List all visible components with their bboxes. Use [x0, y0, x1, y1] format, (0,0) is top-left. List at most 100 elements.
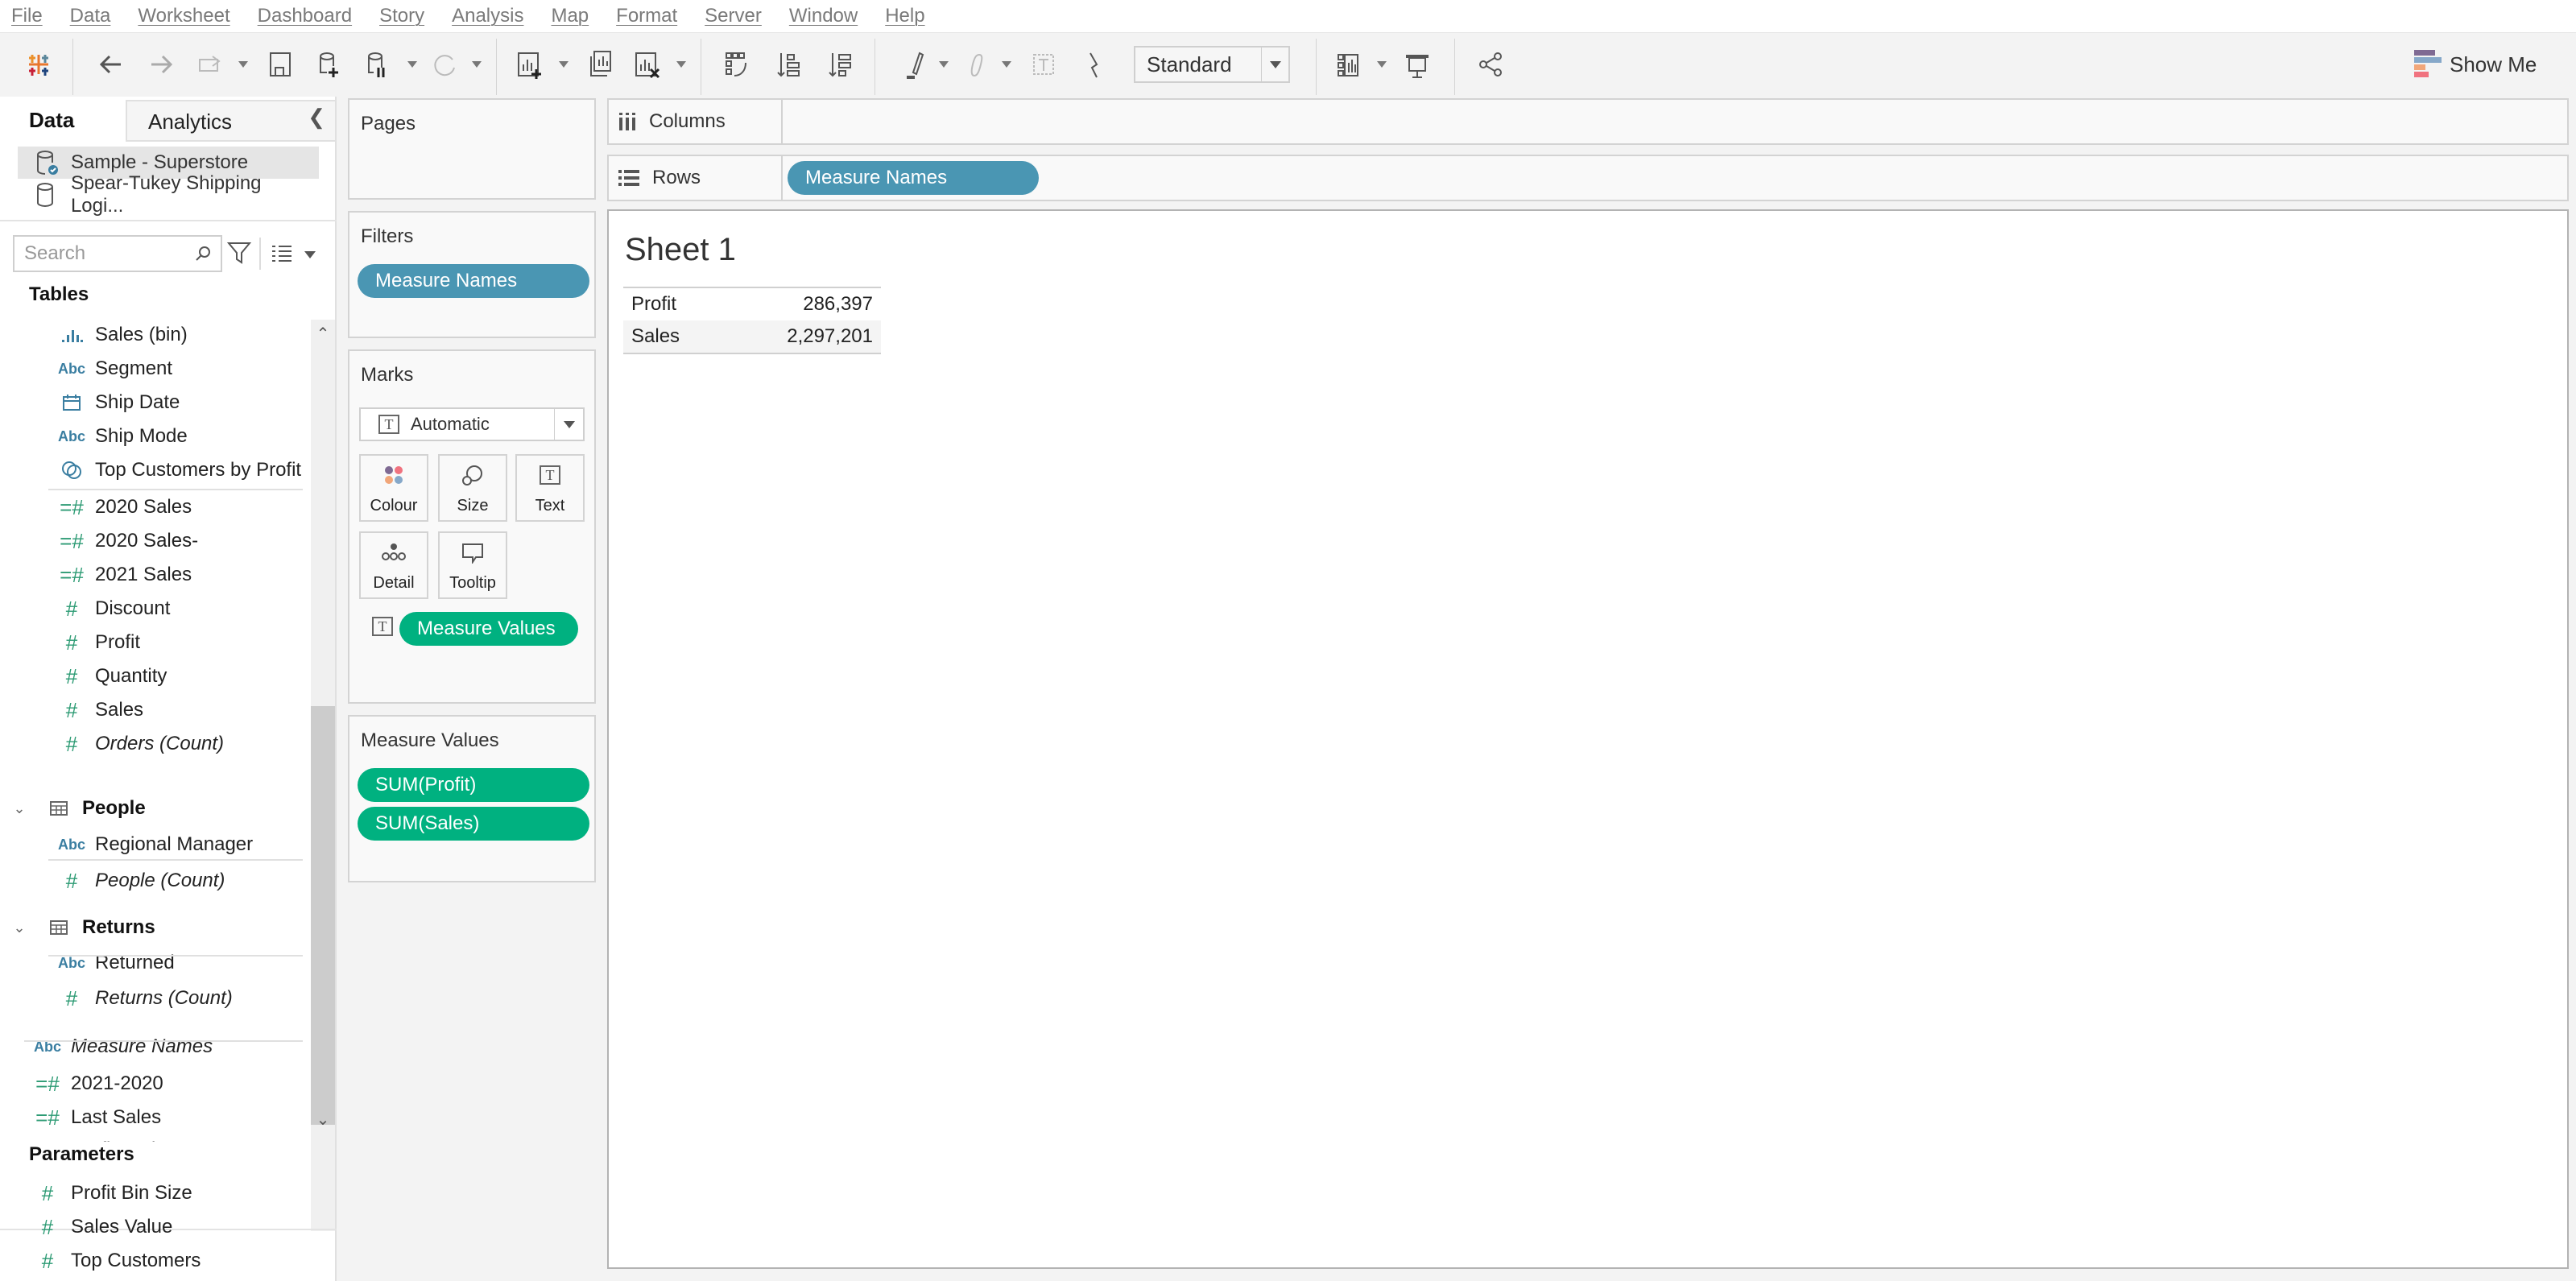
- group-members-icon[interactable]: [958, 47, 994, 82]
- menu-help[interactable]: Help: [885, 5, 924, 27]
- menu-worksheet[interactable]: Worksheet: [138, 5, 229, 27]
- field-item[interactable]: # Returns (Count): [48, 982, 233, 1014]
- show-me-button[interactable]: Show Me: [2414, 50, 2537, 79]
- clear-sheet-icon[interactable]: [630, 47, 665, 82]
- parameter-item[interactable]: # Sales Value: [24, 1211, 173, 1243]
- filters-card[interactable]: Filters Measure Names: [348, 211, 596, 338]
- table-people[interactable]: ⌄ People: [3, 792, 145, 824]
- table-row[interactable]: Profit 286,397: [623, 288, 881, 320]
- chevron-down-icon[interactable]: ⌄: [3, 919, 35, 936]
- table-returns[interactable]: ⌄ Returns: [3, 911, 155, 944]
- field-item[interactable]: # Sales: [48, 694, 143, 726]
- field-item[interactable]: =# Last Sales: [24, 1101, 161, 1134]
- field-item[interactable]: Sales (bin): [48, 319, 188, 351]
- columns-shelf[interactable]: Columns: [607, 98, 2569, 145]
- worksheet-view[interactable]: Sheet 1 Profit 286,397 Sales 2,297,201: [607, 209, 2569, 1269]
- replay-dropdown-icon[interactable]: [238, 61, 248, 68]
- sort-ascending-icon[interactable]: [771, 47, 807, 82]
- highlight-icon[interactable]: [897, 47, 932, 82]
- field-item[interactable]: =# 2021-2020: [24, 1068, 163, 1100]
- scroll-down-icon[interactable]: ⌄: [311, 1108, 335, 1130]
- swap-rows-columns-icon[interactable]: [720, 47, 755, 82]
- tab-data[interactable]: Data: [0, 97, 126, 142]
- filter-icon[interactable]: [227, 240, 251, 266]
- field-item[interactable]: =# 2021 Sales: [48, 559, 192, 591]
- menu-window[interactable]: Window: [789, 5, 858, 27]
- field-item[interactable]: Abc Measure Names: [24, 1031, 213, 1063]
- field-item[interactable]: =# 2020 Sales-: [48, 525, 198, 557]
- new-worksheet-dropdown-icon[interactable]: [559, 61, 569, 68]
- field-item[interactable]: Ship Date: [48, 386, 180, 419]
- size-button[interactable]: Size: [438, 454, 507, 522]
- pause-auto-updates-icon[interactable]: [359, 47, 395, 82]
- show-hide-cards-icon[interactable]: [1333, 47, 1369, 82]
- mark-type-dropdown[interactable]: [554, 409, 583, 440]
- field-item[interactable]: Abc Regional Manager: [48, 829, 253, 861]
- list-view-icon[interactable]: [271, 245, 293, 262]
- field-item[interactable]: Top Customers by Profit: [48, 454, 301, 486]
- fit-dropdown-button[interactable]: [1261, 48, 1288, 81]
- rows-pill[interactable]: Measure Names: [788, 161, 1039, 195]
- menu-format[interactable]: Format: [616, 5, 677, 27]
- presentation-mode-icon[interactable]: [1400, 47, 1435, 82]
- menu-story[interactable]: Story: [379, 5, 424, 27]
- field-item[interactable]: =# 2020 Sales: [48, 491, 192, 523]
- new-data-source-icon[interactable]: [311, 47, 346, 82]
- field-item[interactable]: # Orders (Count): [48, 728, 224, 760]
- save-icon[interactable]: [263, 47, 298, 82]
- colour-button[interactable]: Colour: [359, 454, 428, 522]
- field-item[interactable]: Abc Segment: [48, 353, 172, 385]
- parameter-item[interactable]: # Profit Bin Size: [24, 1177, 192, 1209]
- new-worksheet-icon[interactable]: [512, 47, 548, 82]
- data-source-item[interactable]: Spear-Tukey Shipping Logi...: [18, 172, 319, 217]
- rows-shelf[interactable]: Rows Measure Names: [607, 155, 2569, 201]
- scrollbar-thumb[interactable]: [311, 706, 335, 1125]
- parameter-item[interactable]: # Top Customers: [24, 1245, 201, 1277]
- clear-sheet-dropdown-icon[interactable]: [676, 61, 686, 68]
- show-mark-labels-icon[interactable]: [1026, 47, 1061, 82]
- sheet-title[interactable]: Sheet 1: [625, 232, 736, 268]
- measure-pill[interactable]: SUM(Sales): [358, 807, 589, 841]
- share-icon[interactable]: [1474, 47, 1509, 82]
- group-dropdown-icon[interactable]: [1002, 61, 1011, 68]
- mark-type-select[interactable]: T Automatic: [359, 407, 585, 441]
- field-item[interactable]: Abc Returned: [48, 947, 175, 979]
- scroll-up-icon[interactable]: ⌃: [311, 322, 335, 345]
- text-button[interactable]: T Text: [515, 454, 585, 522]
- tab-analytics[interactable]: Analytics: [126, 100, 337, 142]
- data-source-dropdown-icon[interactable]: [407, 61, 417, 68]
- field-item[interactable]: # Profit: [48, 626, 140, 659]
- field-item[interactable]: Abc Ship Mode: [48, 420, 188, 452]
- filter-pill[interactable]: Measure Names: [358, 264, 589, 298]
- menu-dashboard[interactable]: Dashboard: [258, 5, 352, 27]
- collapse-pane-icon[interactable]: ❮: [308, 105, 325, 130]
- menu-data[interactable]: Data: [70, 5, 111, 27]
- refresh-icon[interactable]: [427, 47, 462, 82]
- measure-pill[interactable]: SUM(Profit): [358, 768, 589, 802]
- menu-server[interactable]: Server: [705, 5, 762, 27]
- undo-icon[interactable]: [93, 47, 129, 82]
- fit-select[interactable]: Standard: [1134, 46, 1290, 83]
- refresh-dropdown-icon[interactable]: [472, 61, 482, 68]
- search-input[interactable]: Search: [13, 235, 222, 272]
- view-dropdown-icon[interactable]: [304, 251, 316, 258]
- field-item[interactable]: =# Profit Ratio: [24, 1134, 167, 1143]
- tooltip-button[interactable]: Tooltip: [438, 531, 507, 599]
- pages-card[interactable]: Pages: [348, 98, 596, 200]
- field-item[interactable]: # Quantity: [48, 660, 167, 692]
- chevron-down-icon[interactable]: ⌄: [3, 800, 35, 817]
- tableau-logo-icon[interactable]: [21, 47, 56, 82]
- detail-button[interactable]: Detail: [359, 531, 428, 599]
- table-row[interactable]: Sales 2,297,201: [623, 320, 881, 353]
- redo-icon[interactable]: [143, 47, 179, 82]
- highlight-dropdown-icon[interactable]: [939, 61, 949, 68]
- menu-map[interactable]: Map: [551, 5, 589, 27]
- field-item[interactable]: # Discount: [48, 593, 171, 625]
- text-measure-pill[interactable]: Measure Values: [399, 612, 578, 646]
- sort-descending-icon[interactable]: [823, 47, 858, 82]
- fix-axes-icon[interactable]: [1076, 47, 1111, 82]
- replay-animation-icon[interactable]: [193, 47, 229, 82]
- duplicate-sheet-icon[interactable]: [581, 47, 617, 82]
- menu-analysis[interactable]: Analysis: [452, 5, 523, 27]
- menu-file[interactable]: File: [11, 5, 43, 27]
